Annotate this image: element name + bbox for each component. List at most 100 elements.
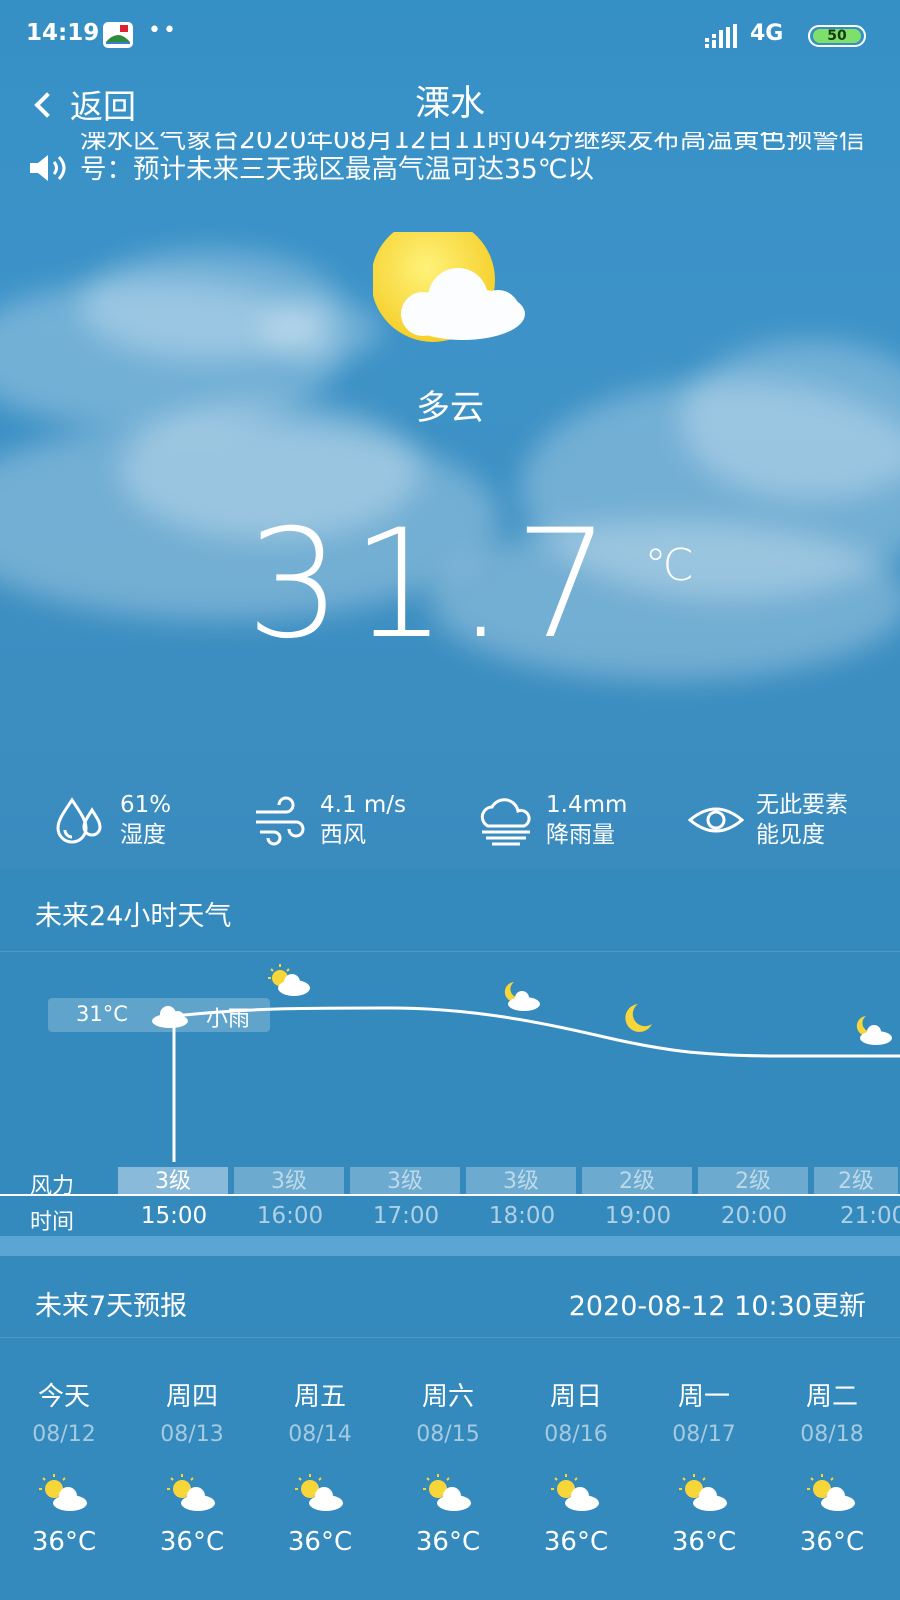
moon-icon	[625, 1004, 652, 1032]
sun-cloud-icon	[39, 1474, 87, 1511]
hourly-header: 未来24小时天气	[0, 870, 900, 952]
condition-text: 多云	[416, 388, 484, 428]
day-name: 今天	[37, 1382, 90, 1412]
status-bar: 14:19 •• 4G 50	[0, 0, 900, 72]
day-name: 周一	[677, 1382, 730, 1412]
weather-alert-banner[interactable]: 溧水区气象台2020年08月12日11时04分继续发布高温黄色预警信号：预计未来…	[28, 132, 888, 198]
temperature-unit: ℃	[644, 540, 694, 591]
hourly-scrollbar[interactable]	[0, 1236, 900, 1256]
moon-cloud-icon	[856, 1016, 892, 1045]
day-temperature: 36°C	[415, 1527, 481, 1557]
tooltip-condition: 小雨	[206, 1007, 251, 1032]
current-temperature: 31.7 ℃	[246, 498, 694, 672]
wind-cell: 3级	[466, 1167, 578, 1195]
daily-title: 未来7天预报	[35, 1291, 188, 1322]
tooltip-temperature: 31°C	[76, 1002, 128, 1026]
day-date: 08/16	[544, 1422, 608, 1447]
humidity-icon	[56, 797, 102, 844]
temperature-value: 31.7	[246, 498, 620, 672]
city-title: 溧水	[414, 84, 485, 124]
hourly-baseline	[0, 1194, 900, 1196]
humidity-label: 湿度	[120, 822, 166, 848]
wind-icon	[256, 796, 305, 846]
hour-time[interactable]: 21:00	[812, 1203, 900, 1229]
rainfall-value: 1.4mm	[546, 792, 628, 818]
day-temperature: 36°C	[287, 1527, 353, 1557]
day-forecast[interactable]: 周六 08/15 36°C	[384, 1376, 512, 1557]
sun-cloud-icon	[679, 1474, 727, 1511]
hour-time[interactable]: 19:00	[580, 1203, 696, 1229]
alert-text: 溧水区气象台2020年08月12日11时04分继续发布高温黄色预警信号：预计未来…	[80, 132, 866, 185]
partly-cloudy-icon	[373, 232, 525, 342]
day-date: 08/18	[800, 1422, 864, 1447]
metric-humidity: 61% 湿度	[52, 790, 171, 850]
rain-icon	[480, 798, 531, 846]
sun-cloud-icon	[423, 1474, 471, 1511]
day-name: 周日	[549, 1382, 602, 1412]
wind-cell: 3级	[234, 1167, 346, 1195]
eye-icon	[688, 807, 744, 833]
battery-level: 50	[827, 28, 847, 44]
network-type: 4G	[750, 21, 784, 46]
sun-cloud-icon	[167, 1474, 215, 1511]
battery-icon: 50	[808, 25, 866, 47]
visibility-label: 能见度	[756, 822, 825, 848]
cloud-icon	[152, 1006, 188, 1028]
app-notification-icon	[103, 22, 133, 48]
day-name: 周二	[805, 1382, 858, 1412]
wind-cell: 2级	[582, 1167, 694, 1195]
wind-cell: 2级	[698, 1167, 810, 1195]
day-date: 08/12	[32, 1422, 96, 1447]
day-temperature: 36°C	[543, 1527, 609, 1557]
sun-cloud-icon	[807, 1474, 855, 1511]
day-date: 08/14	[288, 1422, 352, 1447]
rainfall-label: 降雨量	[546, 822, 615, 848]
day-date: 08/13	[160, 1422, 224, 1447]
day-forecast[interactable]: 周四 08/13 36°C	[128, 1376, 256, 1557]
day-forecast[interactable]: 今天 08/12 36°C	[0, 1376, 128, 1557]
wind-direction-label: 西风	[320, 822, 366, 848]
sun-cloud-icon	[295, 1474, 343, 1511]
humidity-value: 61%	[120, 792, 172, 818]
time-row-label: 时间	[30, 1210, 75, 1235]
signal-icon	[705, 24, 737, 48]
day-name: 周四	[165, 1382, 218, 1412]
hourly-temperature-curve	[172, 964, 900, 1162]
metric-wind: 4.1 m/s 西风	[252, 790, 406, 850]
wind-cell: 2级	[814, 1167, 900, 1195]
day-forecast[interactable]: 周五 08/14 36°C	[256, 1376, 384, 1557]
status-dots: ••	[148, 18, 178, 43]
hour-time[interactable]: 17:00	[348, 1203, 464, 1229]
day-date: 08/15	[416, 1422, 480, 1447]
metric-rainfall: 1.4mm 降雨量	[478, 790, 627, 850]
hour-time[interactable]: 18:00	[464, 1203, 580, 1229]
day-temperature: 36°C	[799, 1527, 865, 1557]
hour-time[interactable]: 20:00	[696, 1203, 812, 1229]
speaker-icon	[30, 155, 66, 181]
day-forecast[interactable]: 周一 08/17 36°C	[640, 1376, 768, 1557]
sky-background	[0, 0, 900, 870]
day-date: 08/17	[672, 1422, 736, 1447]
sun-cloud-icon	[551, 1474, 599, 1511]
visibility-value: 无此要素	[756, 792, 848, 818]
hour-time[interactable]: 15:00	[116, 1203, 232, 1229]
moon-cloud-icon	[504, 982, 540, 1011]
hourly-tooltip: 31°C 小雨	[48, 998, 270, 1032]
sun-cloud-icon	[268, 964, 310, 996]
hourly-title: 未来24小时天气	[35, 901, 232, 932]
wind-cell: 3级	[350, 1167, 462, 1195]
day-temperature: 36°C	[671, 1527, 737, 1557]
hour-time[interactable]: 16:00	[232, 1203, 348, 1229]
day-temperature: 36°C	[159, 1527, 225, 1557]
daily-header: 未来7天预报 2020-08-12 10:30更新	[0, 1256, 900, 1338]
day-forecast[interactable]: 周二 08/18 36°C	[768, 1376, 896, 1557]
day-forecast[interactable]: 周日 08/16 36°C	[512, 1376, 640, 1557]
wind-cell: 3级	[118, 1167, 230, 1195]
day-name: 周五	[293, 1382, 346, 1412]
metric-visibility: 无此要素 能见度	[688, 790, 848, 850]
daily-updated-time: 2020-08-12 10:30更新	[568, 1291, 866, 1322]
day-name: 周六	[421, 1382, 474, 1412]
wind-speed-value: 4.1 m/s	[320, 792, 407, 818]
day-temperature: 36°C	[31, 1527, 97, 1557]
status-time: 14:19	[26, 20, 100, 46]
